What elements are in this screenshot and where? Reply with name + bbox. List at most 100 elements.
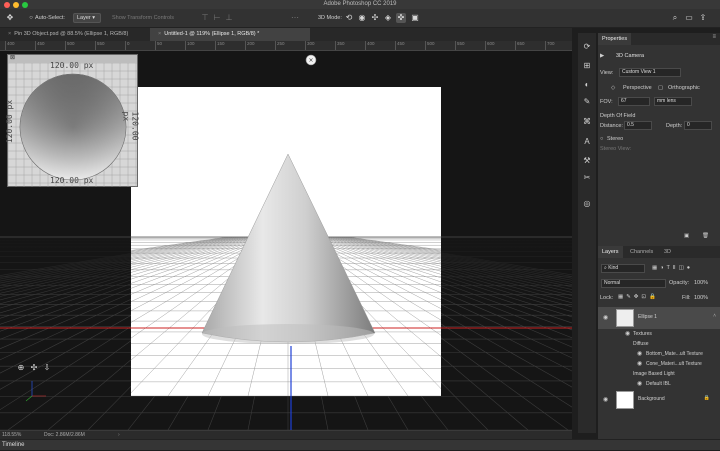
layer-row-ellipse-1[interactable]: ◉ Ellipse 1 ˄: [598, 307, 720, 329]
perspective-button[interactable]: Perspective: [623, 85, 652, 91]
orthographic-button[interactable]: Orthographic: [668, 85, 700, 91]
sublayer-image-based-light[interactable]: Image Based Light: [598, 369, 720, 379]
blend-mode-value: Normal: [604, 280, 621, 286]
app-title: Adobe Photoshop CC 2019: [323, 1, 397, 7]
layer-row-background[interactable]: ◉ Background 🔒: [598, 389, 720, 411]
lock-icon: 🔒: [703, 395, 710, 401]
sublayer-textures[interactable]: ◉ Textures: [598, 329, 720, 339]
sublayer-default-ibl[interactable]: ◉ Default IBL: [598, 379, 720, 389]
pan-widget-icon[interactable]: ✣: [29, 363, 39, 373]
delete-icon[interactable]: 🗑: [702, 233, 709, 239]
panel-menu-icon[interactable]: ≡: [712, 34, 716, 40]
visibility-eye-icon[interactable]: ◉: [625, 330, 630, 337]
visibility-eye-icon[interactable]: ◉: [637, 380, 642, 387]
layer-name[interactable]: Background: [638, 396, 665, 402]
3d-panel-icon[interactable]: ◎: [581, 198, 593, 210]
layer-filter-dropdown[interactable]: ⌕ Kind: [601, 264, 645, 273]
fill-value[interactable]: 100%: [694, 295, 708, 301]
close-window-button[interactable]: [4, 2, 10, 8]
slide-3d-icon[interactable]: ◈: [383, 13, 393, 23]
ruler-tick: 50: [155, 41, 162, 50]
orbit-3d-icon[interactable]: ⟲: [344, 13, 354, 23]
view-label: View:: [600, 70, 614, 76]
sublayer-bottom-material[interactable]: ◉ Bottom_Mate...ult Texture: [598, 349, 720, 359]
lock-icons[interactable]: ▦✎✥⊡🔒: [618, 294, 659, 300]
layer-thumbnail: [616, 309, 634, 327]
tab-layers[interactable]: Layers: [598, 246, 623, 258]
minimize-window-button[interactable]: [13, 2, 19, 8]
orthographic-icon[interactable]: ▢: [658, 85, 663, 91]
roll-3d-icon[interactable]: ◉: [357, 13, 367, 23]
layer-filter-icons[interactable]: ▦◑TⅡ◫●: [652, 265, 693, 271]
history-icon[interactable]: ⟳: [581, 41, 593, 53]
ruler-tick: 400: [365, 41, 375, 50]
pan-3d-icon[interactable]: ✣: [370, 13, 380, 23]
ruler-tick: 400: [5, 41, 15, 50]
properties-tabbar: Properties ≡: [598, 33, 720, 45]
close-tab-icon[interactable]: ×: [158, 31, 161, 37]
tab-properties[interactable]: Properties: [598, 33, 632, 45]
close-tab-icon[interactable]: ×: [8, 31, 11, 37]
visibility-eye-icon[interactable]: ◉: [637, 350, 642, 357]
visibility-eye-icon[interactable]: ◉: [603, 314, 608, 321]
orbit-widget-icon[interactable]: ⊕: [16, 363, 26, 373]
align-bottom-icon[interactable]: ⊥: [224, 13, 234, 23]
canvas-area[interactable]: × ⊕ ✣ ⇩ ⊠ 120.00 px 120.00 px 120.00 px …: [0, 51, 572, 430]
auto-select-dropdown[interactable]: Layer ▾: [73, 13, 101, 23]
character-icon[interactable]: A: [581, 136, 593, 148]
tab-untitled-1[interactable]: × Untitled-1 @ 119% (Ellipse 1, RGB/8) *: [150, 28, 310, 41]
search-icon[interactable]: ⌕: [670, 13, 680, 23]
visibility-eye-icon[interactable]: ◉: [637, 360, 642, 367]
depth-input[interactable]: 0: [684, 121, 712, 130]
align-top-icon[interactable]: ⊤: [200, 13, 210, 23]
show-transform-controls-label[interactable]: Show Transform Controls: [112, 15, 174, 21]
fov-input[interactable]: 67: [618, 97, 650, 106]
adjustments-icon[interactable]: ◐: [581, 79, 593, 91]
tool-presets-icon[interactable]: ⚒: [581, 155, 593, 167]
swatches-icon[interactable]: ⊞: [581, 60, 593, 72]
stereo-checkbox[interactable]: ○: [600, 136, 603, 142]
horizontal-ruler[interactable]: 400 450 500 550 0 50 100 150 200 250 300 350 400 450 5…: [0, 41, 572, 51]
camera-3d-icon[interactable]: ▣: [410, 13, 420, 23]
tab-label: Untitled-1 @ 119% (Ellipse 1, RGB/8) *: [164, 31, 260, 37]
brush-settings-icon[interactable]: ⌘: [581, 116, 593, 128]
close-preview-icon[interactable]: ⊠: [10, 54, 15, 61]
distribute-icon[interactable]: ⋯: [290, 13, 300, 23]
paths-icon[interactable]: ✎: [581, 96, 593, 108]
3d-mode-label: 3D Mode:: [318, 15, 342, 21]
fill-label: Fill:: [682, 295, 691, 301]
scale-3d-icon[interactable]: ✜: [396, 13, 406, 23]
visibility-eye-icon[interactable]: ◉: [603, 396, 608, 403]
sublayer-diffuse[interactable]: Diffuse: [598, 339, 720, 349]
zoom-window-button[interactable]: [22, 2, 28, 8]
distance-input[interactable]: 0.5: [624, 121, 652, 130]
render-icon[interactable]: ▣: [684, 233, 689, 239]
texture-preview-window[interactable]: ⊠ 120.00 px 120.00 px 120.00 px 120.00 p…: [5, 54, 139, 187]
view-dropdown[interactable]: Custom View 1: [619, 68, 681, 77]
collapse-icon[interactable]: ˄: [713, 313, 716, 319]
tab-3d[interactable]: 3D: [660, 246, 675, 258]
clone-source-icon[interactable]: ✂: [581, 172, 593, 184]
auto-select-checkbox[interactable]: ○: [28, 13, 34, 23]
tab-channels[interactable]: Channels: [626, 246, 657, 258]
move-tool-icon[interactable]: ✥: [5, 13, 15, 23]
fov-unit-dropdown[interactable]: mm lens: [654, 97, 692, 106]
align-middle-icon[interactable]: ⊢: [212, 13, 222, 23]
share-icon[interactable]: ⇪: [698, 13, 708, 23]
ruler-tick: 100: [185, 41, 195, 50]
layer-name[interactable]: Ellipse 1: [638, 314, 657, 320]
sublayer-cone-material[interactable]: ◉ Cone_Materi...ult Texture: [598, 359, 720, 369]
options-bar: ✥ ○ Auto-Select: Layer ▾ Show Transform …: [0, 9, 720, 28]
ruler-tick: 500: [65, 41, 75, 50]
workspace-icon[interactable]: ▭: [684, 13, 694, 23]
dolly-widget-icon[interactable]: ⇩: [42, 363, 52, 373]
ruler-tick: 700: [545, 41, 555, 50]
tab-pin-3d-object[interactable]: × Pin 3D Object.psd @ 88.5% (Ellipse 1, R…: [0, 28, 150, 41]
fov-label: FOV:: [600, 99, 613, 105]
timeline-panel-header[interactable]: Timeline: [0, 439, 720, 450]
dof-label: Depth Of Field: [600, 113, 636, 119]
ruler-tick: 450: [395, 41, 405, 50]
blend-mode-dropdown[interactable]: Normal: [601, 279, 666, 288]
perspective-icon[interactable]: ◇: [611, 85, 615, 91]
opacity-value[interactable]: 100%: [694, 280, 708, 286]
